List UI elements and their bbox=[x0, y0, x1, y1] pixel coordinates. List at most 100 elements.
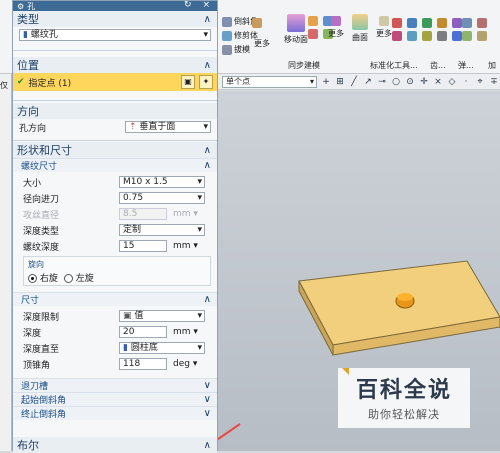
shape-size-header-label: 形状和尺寸 bbox=[17, 144, 72, 157]
snap-tangent-icon[interactable]: ↗ bbox=[363, 77, 373, 87]
std-tool-icon-5[interactable] bbox=[452, 18, 462, 28]
snap-grid-icon[interactable]: ⊞ bbox=[335, 77, 345, 87]
right-hand-label: 右旋 bbox=[39, 274, 58, 284]
dialog-title-bar[interactable]: ⚙ 孔 ↻ × bbox=[13, 0, 217, 11]
thread-size-label: 螺纹尺寸 bbox=[21, 162, 58, 172]
snap-line-icon[interactable]: ╱ bbox=[349, 77, 359, 87]
more-icon-2 bbox=[331, 16, 341, 26]
group-gear[interactable]: 齿... bbox=[430, 60, 446, 71]
snap-extra-icon[interactable]: ⌖ bbox=[475, 77, 485, 87]
point-dialog-icon[interactable]: ✦ bbox=[199, 75, 213, 89]
more-button-1[interactable] bbox=[252, 18, 262, 28]
tip-angle-unit[interactable]: deg bbox=[173, 359, 197, 369]
type-section-header[interactable]: 类型 ∧ bbox=[13, 11, 217, 27]
spring-tool-icon-1[interactable] bbox=[477, 18, 487, 28]
radio-selected-icon bbox=[28, 274, 37, 283]
snap-quadrant-icon[interactable]: ◇ bbox=[447, 77, 457, 87]
draft-label: 拔模 bbox=[234, 45, 250, 54]
depth-to-select[interactable]: ▮ 圆柱底 bbox=[119, 342, 205, 354]
sync-tool-icon-3[interactable] bbox=[308, 29, 318, 39]
start-chamfer-label: 起始倒斜角 bbox=[21, 396, 67, 406]
std-tool-icon-6[interactable] bbox=[392, 31, 402, 41]
draft-button[interactable]: 拔模 bbox=[222, 44, 250, 55]
gear-tool-icon-1[interactable] bbox=[462, 18, 472, 28]
gear-icon: ⚙ bbox=[17, 1, 25, 11]
right-hand-option[interactable]: 右旋 bbox=[28, 271, 58, 284]
hole-type-select[interactable]: ▮ 螺纹孔 bbox=[19, 29, 211, 41]
thread-depth-input[interactable]: 15 bbox=[119, 240, 167, 252]
snap-midpoint-icon[interactable]: ⊸ bbox=[377, 77, 387, 87]
snap-circle-icon[interactable]: ○ bbox=[391, 77, 401, 87]
surface-button[interactable]: 曲面 bbox=[352, 14, 368, 43]
selection-toolbar: 单个点 + ⊞ ╱ ↗ ⊸ ○ ⊙ ✛ ⨯ ◇ · ⌖ ∓ bbox=[218, 74, 500, 90]
depth-type-label: 深度类型 bbox=[23, 226, 60, 237]
std-tool-icon-8[interactable] bbox=[422, 31, 432, 41]
depth-input[interactable]: 20 bbox=[119, 326, 167, 338]
move-face-icon bbox=[287, 14, 305, 32]
group-sync-modeling: 同步建模 bbox=[288, 61, 320, 70]
left-hand-option[interactable]: 左旋 bbox=[63, 271, 94, 284]
radial-feed-select[interactable]: 0.75 bbox=[119, 192, 205, 204]
snap-center-icon[interactable]: ⊙ bbox=[405, 77, 415, 87]
rotation-group: 旋向 右旋 左旋 bbox=[23, 256, 211, 286]
move-face-button[interactable]: 移动面 bbox=[284, 14, 308, 45]
normal-direction-icon: ⇡ bbox=[129, 122, 140, 132]
more-label-2: 更多 bbox=[328, 29, 344, 38]
relief-subheader[interactable]: 退刀槽 ∨ bbox=[13, 378, 217, 392]
end-chamfer-subheader[interactable]: 终止倒斜角 ∨ bbox=[13, 406, 217, 420]
type-section: 类型 ∧ ▮ 螺纹孔 bbox=[13, 11, 217, 51]
direction-header-label: 方向 bbox=[17, 105, 39, 118]
tip-angle-label: 顶锥角 bbox=[23, 360, 51, 371]
end-chamfer-label: 终止倒斜角 bbox=[21, 410, 67, 420]
dimensions-subheader[interactable]: 尺寸 ∧ bbox=[13, 292, 217, 306]
shape-size-section-header[interactable]: 形状和尺寸 ∧ bbox=[13, 142, 217, 158]
snap-filter-select[interactable]: 单个点 bbox=[222, 75, 317, 88]
group-spring[interactable]: 弹... bbox=[458, 60, 474, 71]
depth-limit-select[interactable]: ▣ 值 bbox=[119, 310, 205, 322]
left-stub-text-3: 仅 bbox=[0, 81, 8, 90]
position-section-header[interactable]: 位置 ∧ bbox=[13, 57, 217, 73]
snap-cross-icon[interactable]: ✛ bbox=[419, 77, 429, 87]
specify-point-selection[interactable]: ✔ 指定点 (1) ▣ ✦ bbox=[13, 73, 217, 91]
snap-point-icon[interactable]: · bbox=[461, 77, 471, 87]
depth-label: 深度 bbox=[23, 328, 42, 339]
plate-model[interactable] bbox=[297, 259, 500, 371]
std-tool-icon-2[interactable] bbox=[407, 18, 417, 28]
sync-tool-icon-1[interactable] bbox=[308, 16, 318, 26]
group-standard-tools[interactable]: 标准化工具... bbox=[370, 60, 418, 71]
more-button-2[interactable]: 更多 bbox=[328, 16, 344, 39]
snap-intersect-icon[interactable]: ⨯ bbox=[433, 77, 443, 87]
direction-section-header[interactable]: 方向 bbox=[13, 103, 217, 119]
thread-size-subheader[interactable]: 螺纹尺寸 ∧ bbox=[13, 158, 217, 172]
watermark: 百科全说 助你轻松解决 bbox=[338, 368, 470, 428]
sketch-section-icon[interactable]: ▣ bbox=[181, 75, 195, 89]
dialog-title-controls[interactable]: ↻ × bbox=[184, 0, 214, 10]
more-label-3: 更多 bbox=[376, 29, 392, 38]
radio-unselected-icon bbox=[63, 274, 73, 283]
std-tool-icon-3[interactable] bbox=[422, 18, 432, 28]
std-tool-icon-1[interactable] bbox=[392, 18, 402, 28]
depth-type-select[interactable]: 定制 bbox=[119, 224, 205, 236]
std-tool-icon-9[interactable] bbox=[437, 31, 447, 41]
snap-add-icon[interactable]: + bbox=[321, 77, 331, 87]
snap-more-icon[interactable]: ∓ bbox=[489, 77, 499, 87]
more-button-3[interactable]: 更多 bbox=[376, 16, 392, 39]
left-hand-label: 左旋 bbox=[75, 274, 94, 284]
more-label-1-wrap[interactable]: 更多 bbox=[254, 38, 270, 49]
depth-unit[interactable]: mm bbox=[173, 327, 198, 337]
spring-tool-icon-2[interactable] bbox=[477, 31, 487, 41]
std-tool-icon-7[interactable] bbox=[407, 31, 417, 41]
trim-body-button[interactable]: 修剪体 bbox=[222, 30, 258, 41]
gear-tool-icon-2[interactable] bbox=[462, 31, 472, 41]
start-chamfer-subheader[interactable]: 起始倒斜角 ∨ bbox=[13, 392, 217, 406]
tip-angle-input[interactable]: 118 bbox=[119, 358, 167, 370]
thread-depth-unit[interactable]: mm bbox=[173, 241, 198, 251]
size-select[interactable]: M10 x 1.5 bbox=[119, 176, 205, 188]
std-tool-icon-10[interactable] bbox=[452, 31, 462, 41]
collapse-chevron-icon: ∧ bbox=[203, 13, 211, 25]
expand-chevron-icon: ∨ bbox=[203, 408, 211, 419]
group-add[interactable]: 加 bbox=[488, 60, 496, 71]
hole-direction-select[interactable]: ⇡ 垂直于面 bbox=[125, 121, 211, 133]
std-tool-icon-4[interactable] bbox=[437, 18, 447, 28]
chamfer-icon bbox=[222, 16, 232, 27]
